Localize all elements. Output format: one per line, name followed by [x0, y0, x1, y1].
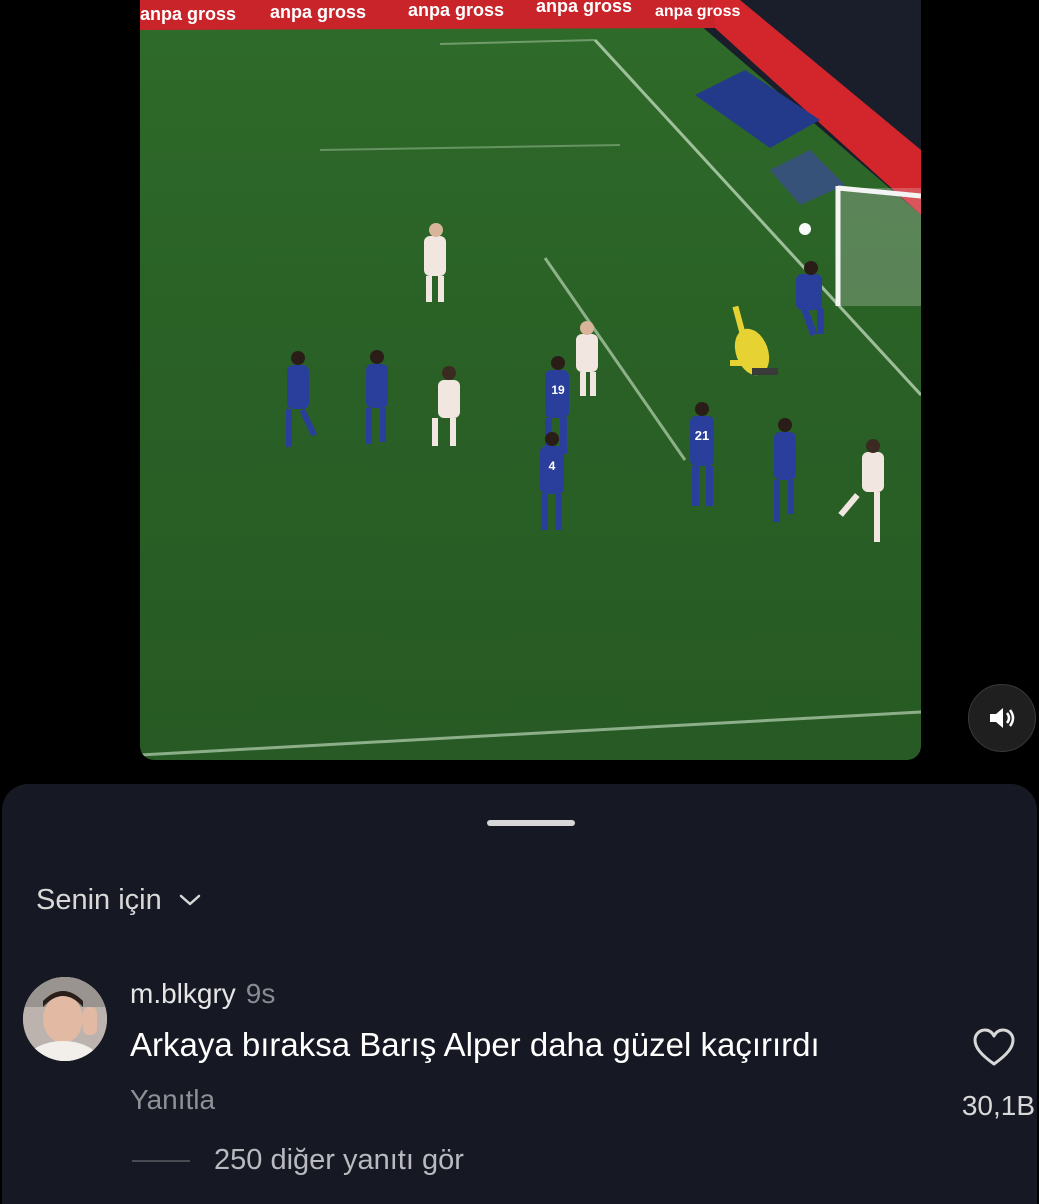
- like-count: 30,1B: [961, 1090, 1035, 1121]
- ad-board-text: anpa gross: [140, 4, 236, 24]
- chevron-down-icon: [179, 894, 200, 906]
- comment-timestamp: 9s: [245, 978, 276, 1009]
- like-button[interactable]: [972, 1028, 1016, 1073]
- sheet-drag-handle[interactable]: [487, 820, 575, 826]
- ball: [799, 223, 811, 235]
- goal-area-line: [140, 710, 921, 757]
- mute-button[interactable]: [968, 684, 1036, 752]
- ad-board-text: anpa gross: [270, 2, 366, 22]
- comment-filter-dropdown[interactable]: Senin için: [36, 880, 202, 920]
- avatar[interactable]: [23, 977, 107, 1061]
- ad-board-text: anpa gross: [655, 3, 740, 20]
- comment-username[interactable]: m.blkgry: [130, 978, 236, 1010]
- avatar-image: [23, 977, 107, 1061]
- pitch-logo: [770, 150, 845, 205]
- video-player[interactable]: anpa gross anpa gross anpa gross anpa gr…: [140, 0, 921, 760]
- speaker-muted-icon: [990, 708, 1015, 728]
- goal-net: [837, 188, 921, 306]
- shirt-number: 19: [551, 383, 565, 397]
- view-more-replies-button[interactable]: 250 diğer yanıtı gör: [214, 1144, 464, 1177]
- heart-outline-icon: [973, 1028, 1015, 1066]
- shirt-number: 21: [695, 428, 709, 443]
- comment-header: m.blkgry 9s: [130, 978, 275, 1010]
- ad-board-text: anpa gross: [408, 0, 504, 20]
- ad-board-text: anpa gross: [536, 0, 632, 16]
- comment-filter-label: Senin için: [36, 883, 162, 916]
- pitch-line: [319, 144, 621, 151]
- replies-divider: [132, 1160, 190, 1162]
- football-scene: anpa gross anpa gross anpa gross anpa gr…: [140, 0, 921, 757]
- shirt-number: 4: [549, 459, 556, 473]
- reply-button[interactable]: Yanıtla: [130, 1084, 215, 1116]
- pitch-line: [439, 39, 596, 45]
- comment-text: Arkaya bıraksa Barış Alper daha güzel ka…: [130, 1026, 820, 1063]
- goalkeeper: [730, 305, 778, 376]
